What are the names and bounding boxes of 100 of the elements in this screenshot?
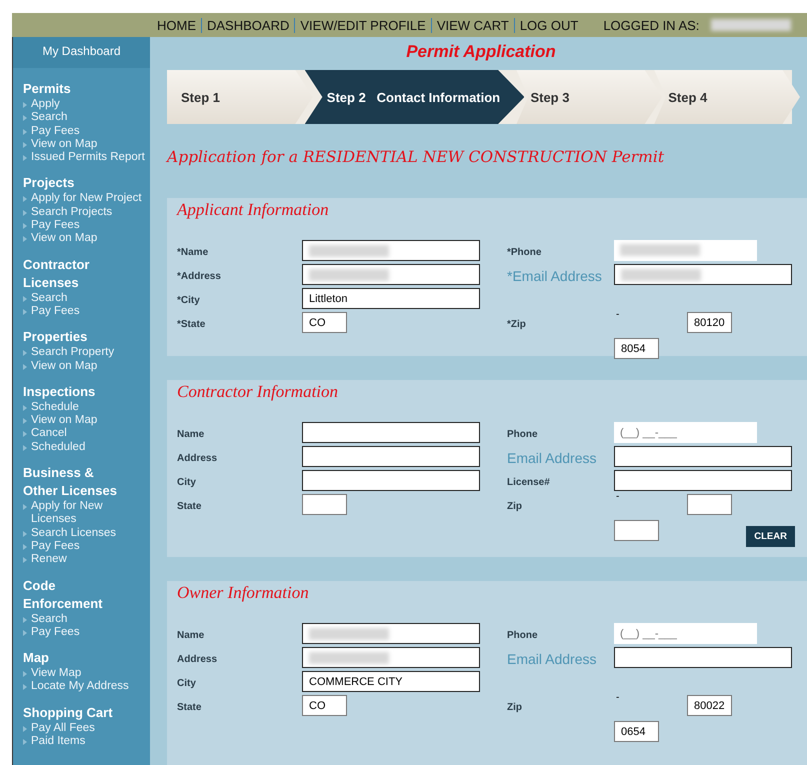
sidebar-link[interactable]: Search (31, 292, 146, 305)
sidebar-heading: Contractor Licenses (23, 256, 90, 292)
input-field[interactable] (614, 470, 792, 491)
sidebar-heading: Shopping Cart (23, 704, 114, 722)
section-title: Owner Information (177, 583, 310, 603)
sidebar-link[interactable]: Search (31, 111, 146, 125)
nav-link[interactable]: VIEW CART (430, 18, 514, 32)
field-label: Name (177, 428, 206, 440)
clear-button[interactable]: CLEAR (746, 526, 795, 547)
redacted-field[interactable] (302, 240, 480, 261)
input-field[interactable] (614, 446, 792, 467)
sidebar-link[interactable]: Issued Permits Report (31, 151, 146, 164)
bullet-icon (23, 616, 27, 623)
field-label: City (177, 476, 197, 488)
sidebar-link[interactable]: Apply for New Licenses (31, 500, 146, 527)
zip-field[interactable]: 80022 (687, 695, 732, 716)
field-label: *City (177, 294, 201, 306)
sidebar-link[interactable]: Pay Fees (31, 124, 146, 138)
sidebar-link[interactable]: View Map (31, 667, 146, 680)
sidebar-link[interactable]: Pay All Fees (31, 722, 146, 736)
bullet-icon (23, 102, 27, 108)
field-label: *Phone (507, 246, 542, 258)
field-label: Address (177, 654, 218, 664)
field-label: *Email Address (507, 268, 603, 284)
nav-link[interactable]: LOG OUT (514, 18, 584, 32)
bullet-icon (23, 418, 27, 424)
sidebar-link[interactable]: Pay Fees (31, 219, 146, 232)
sidebar-link[interactable]: Apply (31, 98, 146, 112)
sidebar-link[interactable]: Scheduled (31, 440, 146, 454)
sidebar-link[interactable]: View on Map (31, 138, 146, 152)
logged-in-label: LOGGED IN AS: (603, 18, 700, 32)
sidebar-link[interactable]: Renew (31, 553, 146, 567)
bullet-icon (23, 404, 27, 411)
bullet-icon (23, 296, 27, 302)
input-field[interactable] (302, 422, 480, 443)
sidebar-link[interactable]: Cancel (31, 427, 146, 441)
sidebar-link[interactable]: Search Licenses (31, 526, 146, 540)
field-label: Email Address (507, 450, 598, 466)
field-label: Email Address (507, 651, 598, 667)
nav-link[interactable]: VIEW/EDIT PROFILE (294, 18, 431, 32)
input-field[interactable] (302, 446, 480, 467)
field-label: *State (177, 318, 206, 330)
bullet-icon (23, 431, 27, 438)
sidebar-link[interactable]: Search (31, 612, 146, 626)
zip-extension-field[interactable]: 8054 (614, 338, 659, 359)
page-title: Permit Application (405, 42, 557, 62)
sidebar-link[interactable]: Pay Fees (31, 540, 146, 554)
bullet-icon (23, 223, 27, 230)
redacted-field[interactable] (302, 647, 480, 668)
sidebar-link[interactable]: Apply for New Project (31, 192, 146, 206)
sidebar-link[interactable]: View on Map (31, 414, 146, 428)
input-field[interactable] (614, 647, 792, 668)
form-heading: Application for a RESIDENTIAL NEW CONSTRUCTION Permit (167, 148, 666, 166)
input-field[interactable]: (__) __-___ (614, 623, 757, 644)
zip-extension-field[interactable] (614, 520, 659, 541)
step-tab[interactable]: Step 3 (516, 70, 662, 124)
section-title: Applicant Information (177, 200, 330, 220)
sidebar-link[interactable]: Locate My Address (31, 680, 146, 694)
field-label: Name (177, 630, 206, 640)
field-label: *Address (177, 270, 222, 282)
step-tab[interactable]: Step 1 (167, 70, 313, 124)
bullet-icon (23, 530, 27, 537)
step-tab[interactable]: Step 4 (654, 70, 800, 124)
input-field[interactable]: CO (302, 312, 347, 333)
bullet-icon (23, 196, 27, 202)
redacted-field[interactable] (614, 264, 792, 285)
input-field[interactable] (302, 494, 347, 515)
sidebar-link[interactable]: Paid Items (31, 735, 146, 748)
redacted-field[interactable] (614, 240, 757, 261)
sidebar-link[interactable]: Pay Fees (31, 304, 146, 318)
bullet-icon (23, 350, 27, 356)
nav-link[interactable]: HOME (152, 18, 201, 32)
field-label: State (177, 500, 202, 512)
step-tab[interactable]: Step 2 Contact Information (304, 70, 524, 124)
input-field[interactable]: Littleton (302, 288, 480, 309)
sidebar-heading: Map (23, 649, 50, 668)
input-field[interactable]: (__) __-___ (614, 422, 757, 443)
zip-field[interactable] (687, 494, 732, 515)
input-field[interactable] (302, 470, 480, 491)
bullet-icon (23, 630, 27, 636)
field-label: License# (507, 476, 551, 488)
field-label: Address (177, 452, 218, 464)
zip-field[interactable]: 80120 (687, 312, 732, 333)
input-field[interactable]: CO (302, 695, 347, 716)
sidebar-link[interactable]: View on Map (31, 360, 146, 373)
sidebar-link[interactable]: Pay Fees (31, 626, 146, 640)
sidebar-link[interactable]: View on Map (31, 232, 146, 246)
bullet-icon (23, 115, 27, 122)
sidebar-link[interactable]: Search Property (31, 346, 146, 360)
bullet-icon (23, 726, 27, 732)
redacted-field[interactable] (302, 264, 480, 285)
zip-extension-field[interactable]: 0654 (614, 721, 659, 742)
field-label: Phone (507, 428, 539, 440)
nav-link[interactable]: DASHBOARD (201, 18, 294, 32)
redacted-field[interactable] (302, 623, 480, 644)
dashboard-link[interactable]: My Dashboard (13, 37, 150, 68)
sidebar-link[interactable]: Schedule (31, 400, 146, 414)
input-field[interactable]: COMMERCE CITY (302, 671, 480, 692)
sidebar-heading: Business & Other Licenses (23, 464, 118, 500)
sidebar-link[interactable]: Search Projects (31, 206, 146, 220)
